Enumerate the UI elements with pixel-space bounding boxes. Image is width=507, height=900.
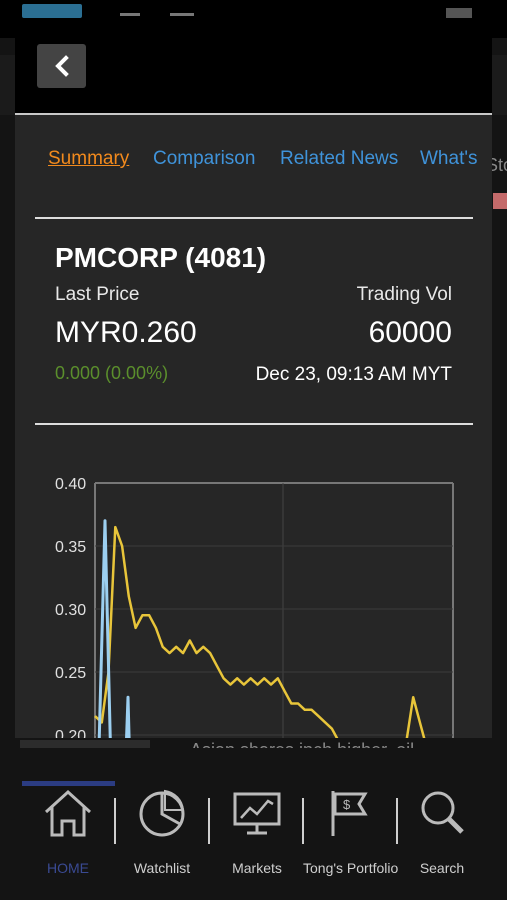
tab-related-news[interactable]: Related News <box>280 148 398 170</box>
last-price-label: Last Price <box>55 284 140 305</box>
nav-markets[interactable]: Markets <box>210 788 304 888</box>
nav-active-indicator <box>22 781 115 786</box>
bottom-nav: HOME Watchlist Markets $ Tong's Portfoli… <box>0 748 507 900</box>
pie-chart-icon <box>139 789 185 837</box>
home-icon <box>44 789 92 837</box>
y-tick-label: 0.25 <box>55 665 86 682</box>
back-button[interactable] <box>37 44 86 88</box>
price-change: 0.000 (0.00%) <box>55 363 169 383</box>
nav-search[interactable]: Search <box>395 788 489 888</box>
background-indicator <box>493 193 507 209</box>
search-icon <box>421 791 464 834</box>
stock-detail-modal: Summary Comparison Related News What's P… <box>15 20 492 738</box>
price-chart: 0.40 0.35 0.30 0.25 0.20 <box>15 450 492 738</box>
y-tick-label: 0.35 <box>55 539 86 556</box>
nav-portfolio[interactable]: $ Tong's Portfolio <box>303 788 399 888</box>
nav-watchlist-label: Watchlist <box>133 860 191 876</box>
chevron-left-icon <box>54 55 69 77</box>
nav-search-label: Search <box>419 860 465 876</box>
trading-vol-value: 60000 <box>368 316 452 349</box>
signal-icon <box>446 8 472 18</box>
status-icon <box>170 13 194 16</box>
y-tick-label: 0.30 <box>55 602 86 619</box>
divider <box>35 423 473 425</box>
price-series-line <box>94 525 426 738</box>
price-chart-svg: 0.40 0.35 0.30 0.25 0.20 <box>55 476 454 738</box>
nav-home-label: HOME <box>47 860 89 876</box>
tab-summary[interactable]: Summary <box>48 148 129 170</box>
svg-text:$: $ <box>343 797 351 812</box>
trading-vol-label: Trading Vol <box>356 284 452 305</box>
dollar-flag-icon: $ <box>331 791 368 836</box>
tab-bar: Summary Comparison Related News What's <box>15 148 492 178</box>
monitor-chart-icon <box>233 792 281 835</box>
status-notification-pill <box>22 4 82 18</box>
tab-whats[interactable]: What's <box>420 148 477 170</box>
stock-name: PMCORP (4081) <box>55 242 267 273</box>
nav-home[interactable]: HOME <box>21 788 115 888</box>
last-price-value: MYR0.260 <box>55 316 197 349</box>
nav-markets-label: Markets <box>232 860 282 876</box>
divider <box>35 217 473 219</box>
timestamp: Dec 23, 09:13 AM MYT <box>255 364 452 385</box>
status-icon <box>120 13 140 16</box>
nav-watchlist[interactable]: Watchlist <box>115 788 209 888</box>
modal-header <box>15 20 492 115</box>
nav-portfolio-label: Tong's Portfolio <box>303 860 399 876</box>
tab-comparison[interactable]: Comparison <box>153 148 255 170</box>
y-tick-label: 0.40 <box>55 476 86 493</box>
y-tick-label: 0.20 <box>55 728 86 738</box>
